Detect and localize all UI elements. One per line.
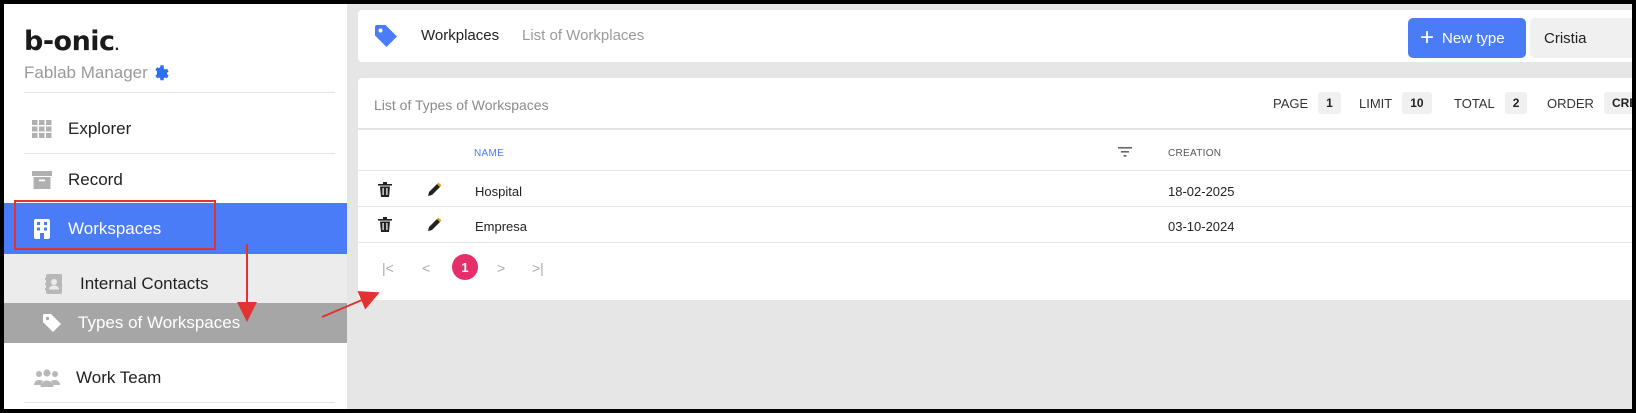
- annotation-arrow-right: [321, 291, 380, 318]
- annotation-arrows: [237, 244, 380, 322]
- app-frame: b-onic. Fablab Manager Explorer Record W…: [4, 4, 1632, 409]
